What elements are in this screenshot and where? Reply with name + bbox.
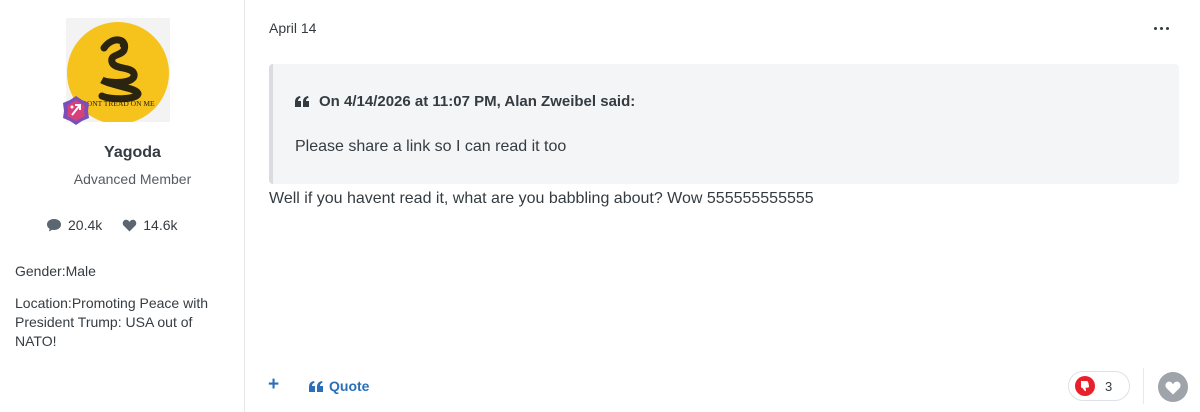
heart-icon — [1158, 372, 1188, 402]
post-body: Well if you havent read it, what are you… — [269, 190, 814, 207]
author-rank: Advanced Member — [73, 171, 192, 187]
reaction-count: 3 — [1105, 378, 1113, 394]
speech-bubble-icon — [47, 219, 61, 232]
quote-button[interactable]: Quote — [309, 378, 369, 394]
author-stats: 20.4k 14.6k — [46, 217, 178, 233]
post-count: 20.4k — [68, 217, 103, 233]
quote-block: On 4/14/2026 at 11:07 PM, Alan Zweibel s… — [269, 64, 1179, 184]
react-button[interactable] — [1158, 372, 1188, 402]
heart-icon — [122, 219, 137, 231]
reputation-count: 14.6k — [143, 217, 178, 233]
ellipsis-dot — [1166, 27, 1169, 30]
quote-citation-text[interactable]: On 4/14/2026 at 11:07 PM, Alan Zweibel s… — [319, 93, 635, 110]
author-name[interactable]: Yagoda — [0, 144, 265, 162]
avatar[interactable]: DONT TREAD ON ME — [63, 18, 170, 125]
thumbs-down-icon — [1075, 376, 1095, 396]
quote-text: Please share a link so I can read it too — [295, 138, 567, 155]
post-date[interactable]: April 14 — [269, 20, 316, 36]
reputation-stat: 14.6k — [122, 217, 178, 233]
quote-button-label: Quote — [329, 378, 370, 394]
author-location: Location:Promoting Peace with President … — [15, 295, 208, 349]
rank-badge-icon — [60, 94, 92, 126]
more-options-button[interactable] — [1152, 18, 1172, 38]
quote-citation: On 4/14/2026 at 11:07 PM, Alan Zweibel s… — [295, 93, 635, 110]
author-panel: DONT TREAD ON ME Yagoda Advanced Member … — [0, 0, 245, 412]
multiquote-button[interactable]: + — [268, 375, 279, 395]
quote-mark-icon — [295, 96, 309, 107]
quote-mark-icon — [309, 380, 323, 392]
ellipsis-icon — [1154, 27, 1157, 30]
post-count-stat: 20.4k — [46, 217, 102, 233]
divider — [1143, 368, 1144, 404]
ellipsis-dot — [1160, 27, 1163, 30]
reaction-summary[interactable]: 3 — [1068, 371, 1130, 401]
author-gender: Gender:Male — [15, 263, 96, 279]
avatar-text: DONT TREAD ON ME — [81, 99, 155, 108]
